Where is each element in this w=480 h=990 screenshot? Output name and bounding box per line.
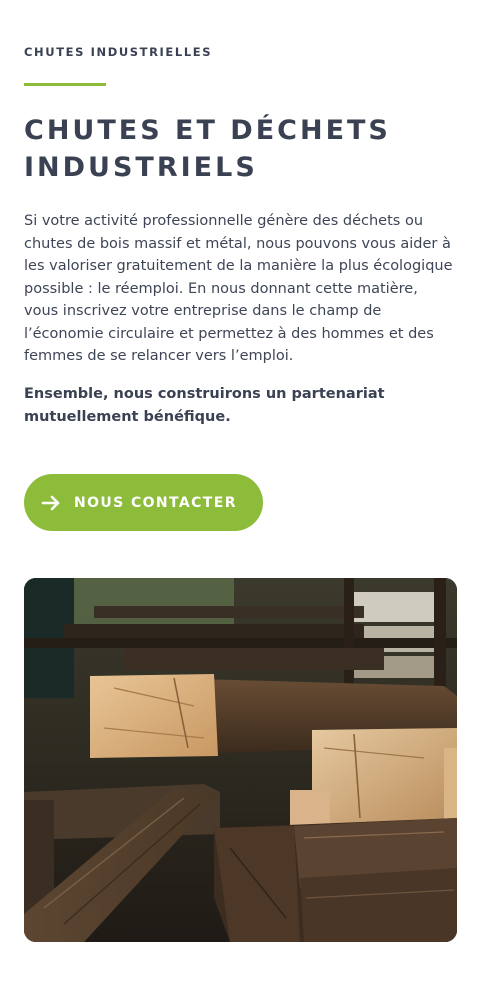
- wood-beams-photo: [24, 578, 457, 942]
- contact-button[interactable]: NOUS CONTACTER: [24, 474, 263, 531]
- section-eyebrow: CHUTES INDUSTRIELLES: [24, 45, 213, 59]
- partnership-statement: Ensemble, nous construirons un partenari…: [24, 386, 385, 425]
- page: CHUTES INDUSTRIELLES CHUTES ET DÉCHETS I…: [0, 0, 480, 990]
- contact-button-label: NOUS CONTACTER: [74, 494, 237, 511]
- page-title: CHUTES ET DÉCHETS INDUSTRIELS: [24, 115, 391, 183]
- intro-paragraph: Si votre activité professionnelle génère…: [24, 213, 453, 364]
- accent-divider: [24, 83, 106, 86]
- arrow-right-icon: [40, 492, 62, 514]
